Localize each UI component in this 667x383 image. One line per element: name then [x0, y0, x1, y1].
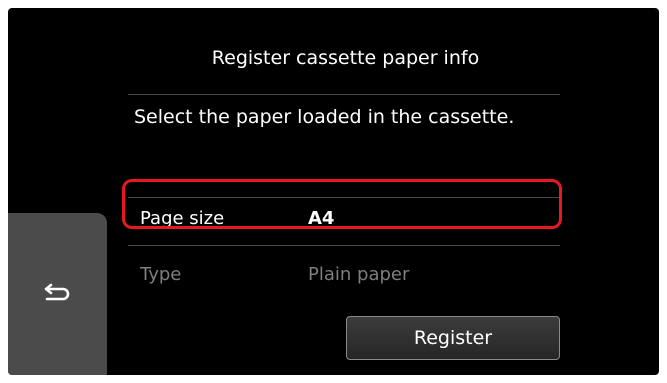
paper-type-value: Plain paper: [308, 263, 410, 285]
register-button[interactable]: Register: [346, 316, 560, 360]
divider: [128, 94, 560, 95]
instruction-message: Select the paper loaded in the cassette.: [134, 106, 515, 128]
page-size-setting[interactable]: Page size A4: [128, 196, 560, 240]
page-size-label: Page size: [140, 207, 225, 229]
screen-title: Register cassette paper info: [211, 47, 480, 69]
printer-touch-screen: Register cassette paper info Select the …: [8, 8, 659, 375]
page-size-value: A4: [308, 207, 335, 229]
divider: [128, 245, 560, 246]
paper-type-setting: Type Plain paper: [128, 252, 560, 296]
back-arrow-icon: [44, 281, 72, 307]
paper-type-label: Type: [140, 263, 182, 285]
divider: [128, 197, 560, 198]
back-button[interactable]: [8, 213, 107, 375]
